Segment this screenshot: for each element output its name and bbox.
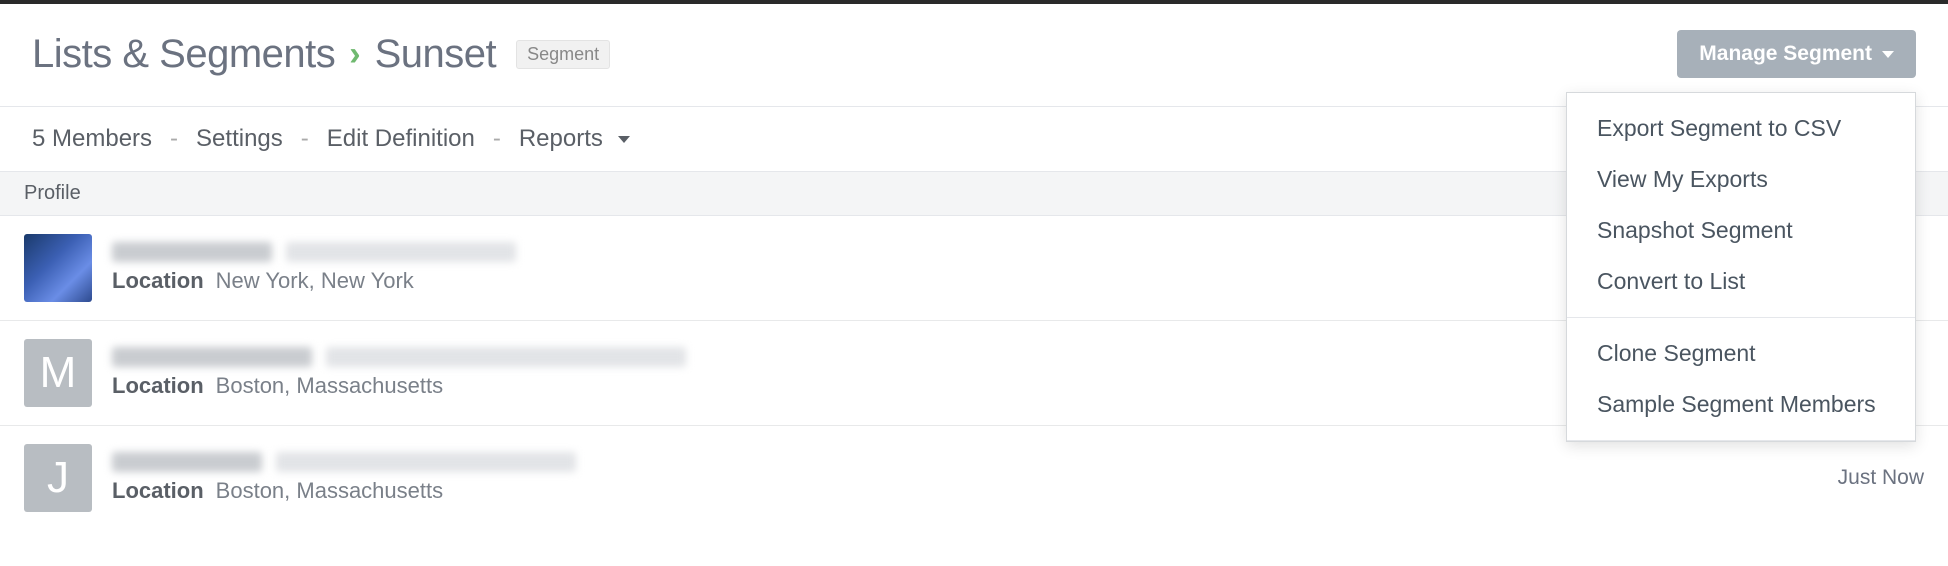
menu-snapshot-segment[interactable]: Snapshot Segment [1567, 205, 1915, 256]
tab-separator: - [493, 125, 501, 153]
avatar [24, 234, 92, 302]
manage-segment-label: Manage Segment [1699, 42, 1872, 66]
profile-info: Location Boston, Massachusetts [112, 452, 576, 504]
menu-sample-members[interactable]: Sample Segment Members [1567, 379, 1915, 430]
menu-export-csv[interactable]: Export Segment to CSV [1567, 103, 1915, 154]
tab-reports-label: Reports [519, 125, 603, 152]
tab-separator: - [170, 125, 178, 153]
manage-segment-dropdown: Export Segment to CSV View My Exports Sn… [1566, 92, 1916, 442]
location-value: Boston, Massachusetts [216, 478, 443, 504]
tab-members[interactable]: 5 Members [32, 125, 152, 153]
location-label: Location [112, 478, 204, 504]
location-value: New York, New York [216, 268, 414, 294]
menu-view-exports[interactable]: View My Exports [1567, 154, 1915, 205]
redacted-name [112, 452, 262, 472]
redacted-name-email [112, 242, 516, 262]
tab-settings[interactable]: Settings [196, 125, 283, 153]
menu-convert-to-list[interactable]: Convert to List [1567, 256, 1915, 307]
tab-reports[interactable]: Reports [519, 125, 630, 153]
dropdown-divider [1567, 440, 1915, 441]
location-label: Location [112, 373, 204, 399]
redacted-email [326, 347, 686, 367]
location-line: Location New York, New York [112, 268, 516, 294]
avatar: M [24, 339, 92, 407]
redacted-email [276, 452, 576, 472]
profile-info: Location Boston, Massachusetts [112, 347, 686, 399]
breadcrumb-root[interactable]: Lists & Segments [32, 32, 335, 77]
location-label: Location [112, 268, 204, 294]
tab-edit-definition[interactable]: Edit Definition [327, 125, 475, 153]
location-value: Boston, Massachusetts [216, 373, 443, 399]
redacted-name-email [112, 452, 576, 472]
row-timestamp: Just Now [1838, 466, 1924, 490]
chevron-right-icon: › [349, 35, 360, 74]
redacted-name [112, 347, 312, 367]
location-line: Location Boston, Massachusetts [112, 373, 686, 399]
redacted-email [286, 242, 516, 262]
segment-badge: Segment [516, 40, 610, 69]
dropdown-group: Export Segment to CSV View My Exports Sn… [1567, 93, 1915, 317]
avatar: J [24, 444, 92, 512]
tab-separator: - [301, 125, 309, 153]
menu-clone-segment[interactable]: Clone Segment [1567, 328, 1915, 379]
redacted-name [112, 242, 272, 262]
redacted-name-email [112, 347, 686, 367]
manage-segment-button[interactable]: Manage Segment [1677, 30, 1916, 78]
caret-down-icon [1882, 51, 1894, 58]
breadcrumb: Lists & Segments › Sunset Segment [32, 32, 610, 77]
dropdown-group: Clone Segment Sample Segment Members [1567, 318, 1915, 440]
breadcrumb-leaf: Sunset [375, 32, 497, 77]
caret-down-icon [618, 136, 630, 143]
page-header: Lists & Segments › Sunset Segment Manage… [0, 4, 1948, 106]
location-line: Location Boston, Massachusetts [112, 478, 576, 504]
profile-info: Location New York, New York [112, 242, 516, 294]
